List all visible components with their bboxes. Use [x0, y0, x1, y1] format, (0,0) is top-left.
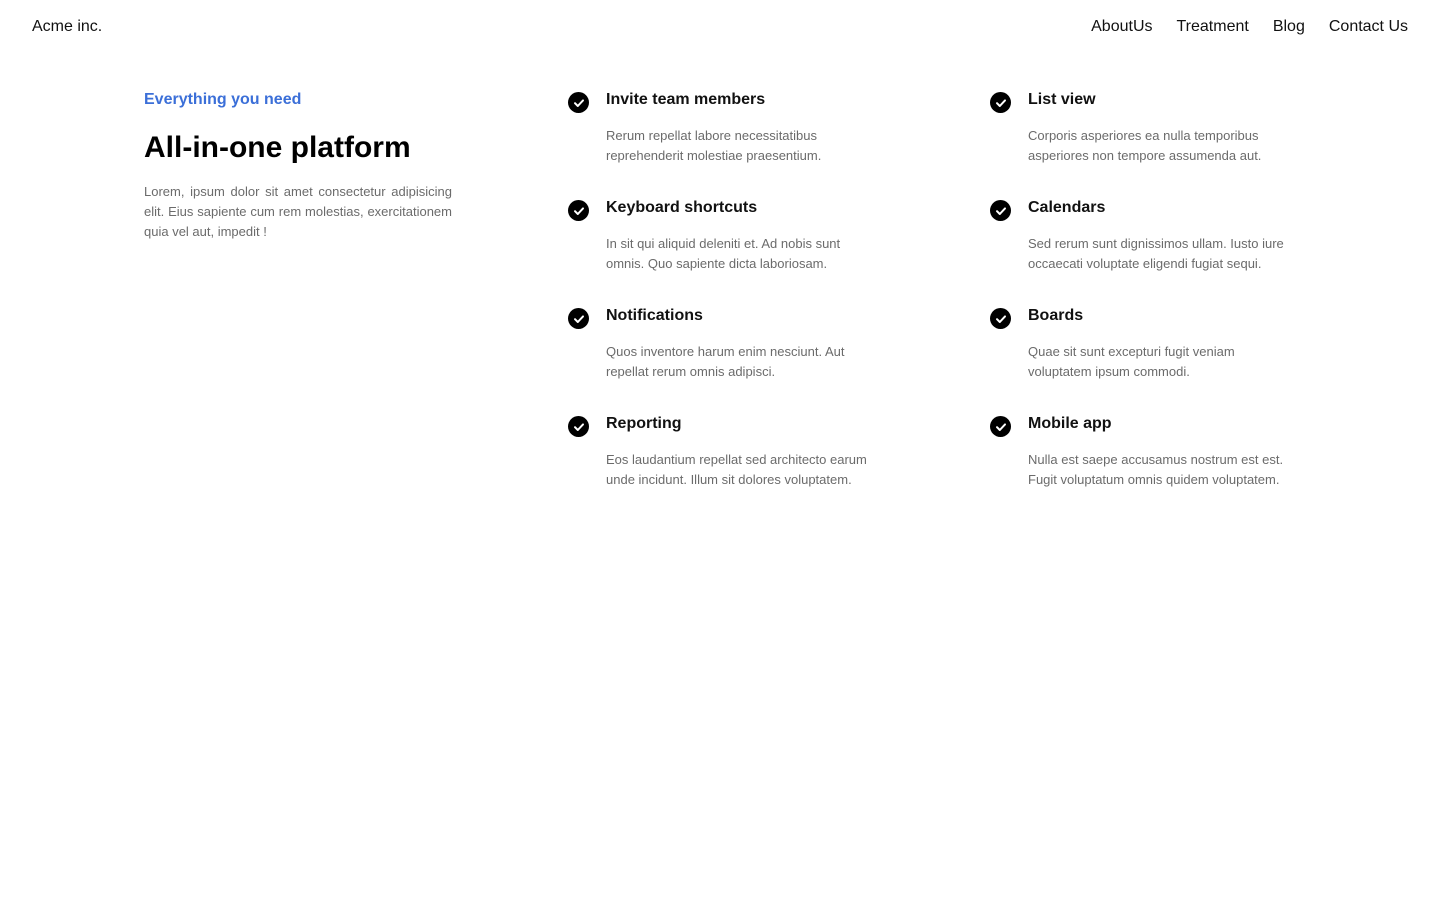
feature-description: Sed rerum sunt dignissimos ullam. Iusto … [1028, 236, 1284, 271]
intro-section: Everything you need All-in-one platform … [144, 90, 452, 242]
feature-title: Reporting [606, 415, 682, 432]
feature-title: Calendars [1028, 199, 1106, 216]
feature-item: Reporting Eos laudantium repellat sed ar… [568, 414, 888, 490]
check-circle-icon [990, 308, 1011, 329]
feature-column-1: Invite team members Rerum repellat labor… [568, 90, 888, 522]
intro-paragraph: Lorem, ipsum dolor sit amet consectetur … [144, 184, 452, 239]
feature-description: Quae sit sunt excepturi fugit veniam vol… [1028, 344, 1235, 379]
nav-links: AboutUs Treatment Blog Contact Us [1091, 18, 1408, 36]
feature-title: Keyboard shortcuts [606, 199, 758, 216]
top-nav: Acme inc. AboutUs Treatment Blog Contact… [0, 0, 1440, 56]
check-circle-icon [990, 416, 1011, 437]
feature-title: Boards [1028, 307, 1084, 324]
feature-item: Calendars Sed rerum sunt dignissimos ull… [990, 198, 1310, 274]
feature-description: Nulla est saepe accusamus nostrum est es… [1028, 452, 1284, 487]
check-circle-icon [568, 308, 589, 329]
check-circle-icon [990, 92, 1011, 113]
feature-title: Mobile app [1028, 415, 1112, 432]
feature-title: Notifications [606, 307, 703, 324]
feature-description: In sit qui aliquid deleniti et. Ad nobis… [606, 236, 841, 271]
feature-item: Boards Quae sit sunt excepturi fugit ven… [990, 306, 1310, 382]
feature-column-2: List view Corporis asperiores ea nulla t… [990, 90, 1310, 522]
nav-link-about-us[interactable]: AboutUs [1091, 18, 1152, 36]
nav-link-contact-us[interactable]: Contact Us [1329, 18, 1408, 36]
feature-item: Invite team members Rerum repellat labor… [568, 90, 888, 166]
feature-item: List view Corporis asperiores ea nulla t… [990, 90, 1310, 166]
check-circle-icon [568, 416, 589, 437]
brand-logo[interactable]: Acme inc. [32, 18, 102, 36]
feature-item: Mobile app Nulla est saepe accusamus nos… [990, 414, 1310, 490]
check-circle-icon [568, 200, 589, 221]
page-title: All-in-one platform [144, 131, 411, 164]
nav-link-treatment[interactable]: Treatment [1177, 18, 1249, 36]
feature-description: Rerum repellat labore necessitatibus rep… [606, 128, 822, 163]
feature-title: List view [1028, 91, 1096, 108]
nav-link-blog[interactable]: Blog [1273, 18, 1305, 36]
feature-description: Quos inventore harum enim nesciunt. Aut … [606, 344, 845, 379]
eyebrow-text: Everything you need [144, 91, 302, 108]
feature-title: Invite team members [606, 91, 766, 108]
feature-item: Notifications Quos inventore harum enim … [568, 306, 888, 382]
feature-item: Keyboard shortcuts In sit qui aliquid de… [568, 198, 888, 274]
feature-description: Eos laudantium repellat sed architecto e… [606, 452, 867, 487]
check-circle-icon [568, 92, 589, 113]
feature-description: Corporis asperiores ea nulla temporibus … [1028, 128, 1262, 163]
check-circle-icon [990, 200, 1011, 221]
